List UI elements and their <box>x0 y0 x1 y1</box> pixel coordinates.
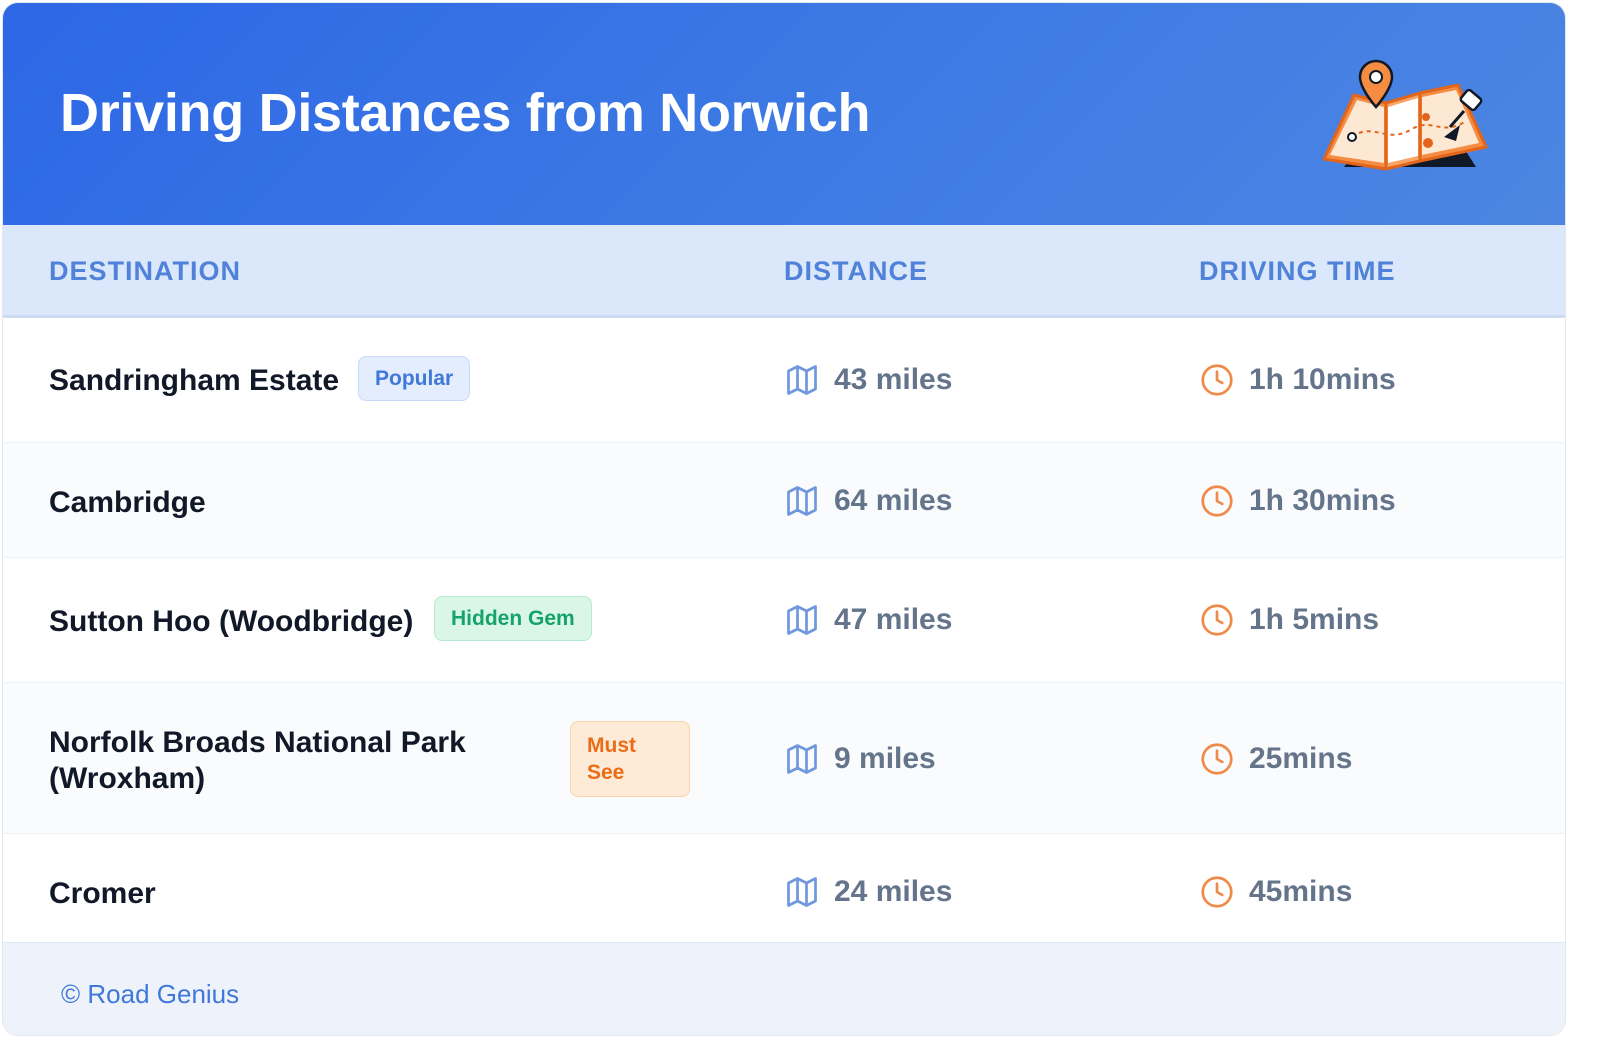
clock-icon <box>1201 604 1233 636</box>
distance-cell: 64 miles <box>784 483 952 519</box>
time-value: 1h 5mins <box>1249 603 1380 636</box>
time-cell: 1h 10mins <box>1199 362 1396 398</box>
distance-value: 47 miles <box>834 603 953 636</box>
folded-map-pin-illustration <box>1322 59 1488 171</box>
distance-cell: 24 miles <box>784 874 952 910</box>
column-header-destination[interactable]: DESTINATION <box>49 256 241 287</box>
map-icon <box>787 877 817 907</box>
distance-value: 24 miles <box>834 875 953 908</box>
footer-credit: © Road Genius <box>61 979 240 1009</box>
map-icon <box>787 605 817 635</box>
map-icon <box>787 744 817 774</box>
clock-icon <box>1201 876 1233 908</box>
badge-must-see: Must See <box>570 721 690 797</box>
map-icon <box>787 486 817 516</box>
table-row[interactable]: Sandringham Estate Popular 43 miles 1h 1… <box>3 318 1565 443</box>
clock-icon <box>1201 485 1233 517</box>
badge-popular: Popular <box>358 356 471 401</box>
table-row[interactable]: Cambridge 64 miles 1h 30mins <box>3 443 1565 558</box>
destination-name: Cambridge <box>49 486 206 519</box>
distance-value: 9 miles <box>834 742 936 775</box>
time-cell: 1h 30mins <box>1199 483 1396 519</box>
badge-hidden-gem: Hidden Gem <box>434 596 592 641</box>
distance-card: Driving Distances from Norwich DESTINATI… <box>2 2 1566 1036</box>
destination-name: Sutton Hoo (Woodbridge) <box>49 605 414 638</box>
footer: © Road Genius <box>3 942 1565 1035</box>
clock-icon <box>1201 743 1233 775</box>
distance-value: 64 miles <box>834 484 953 517</box>
table-row[interactable]: Cromer 24 miles 45mins <box>3 834 1565 948</box>
time-cell: 45mins <box>1199 874 1352 910</box>
clock-icon <box>1201 364 1233 396</box>
time-value: 25mins <box>1249 742 1353 775</box>
column-header-distance[interactable]: DISTANCE <box>784 256 928 287</box>
destination-name: Cromer <box>49 877 156 910</box>
time-cell: 25mins <box>1199 741 1352 777</box>
column-header-driving-time[interactable]: DRIVING TIME <box>1199 256 1396 287</box>
table-header: DESTINATION DISTANCE DRIVING TIME <box>3 225 1565 318</box>
header-banner: Driving Distances from Norwich <box>3 3 1565 225</box>
destination-name: Sandringham Estate <box>49 364 340 397</box>
page-title: Driving Distances from Norwich <box>60 83 871 143</box>
table-row[interactable]: Sutton Hoo (Woodbridge) Hidden Gem 47 mi… <box>3 558 1565 683</box>
distance-cell: 43 miles <box>784 362 952 398</box>
distance-cell: 9 miles <box>784 741 936 777</box>
distance-value: 43 miles <box>834 363 953 396</box>
table-row[interactable]: Norfolk Broads National Park (Wroxham) M… <box>3 683 1565 834</box>
distance-cell: 47 miles <box>784 602 952 638</box>
time-value: 1h 30mins <box>1249 484 1396 517</box>
time-value: 45mins <box>1249 875 1353 908</box>
time-value: 1h 10mins <box>1249 363 1396 396</box>
time-cell: 1h 5mins <box>1199 602 1379 638</box>
destination-name: Norfolk Broads National Park (Wroxham) <box>49 726 466 795</box>
map-icon <box>787 365 817 395</box>
